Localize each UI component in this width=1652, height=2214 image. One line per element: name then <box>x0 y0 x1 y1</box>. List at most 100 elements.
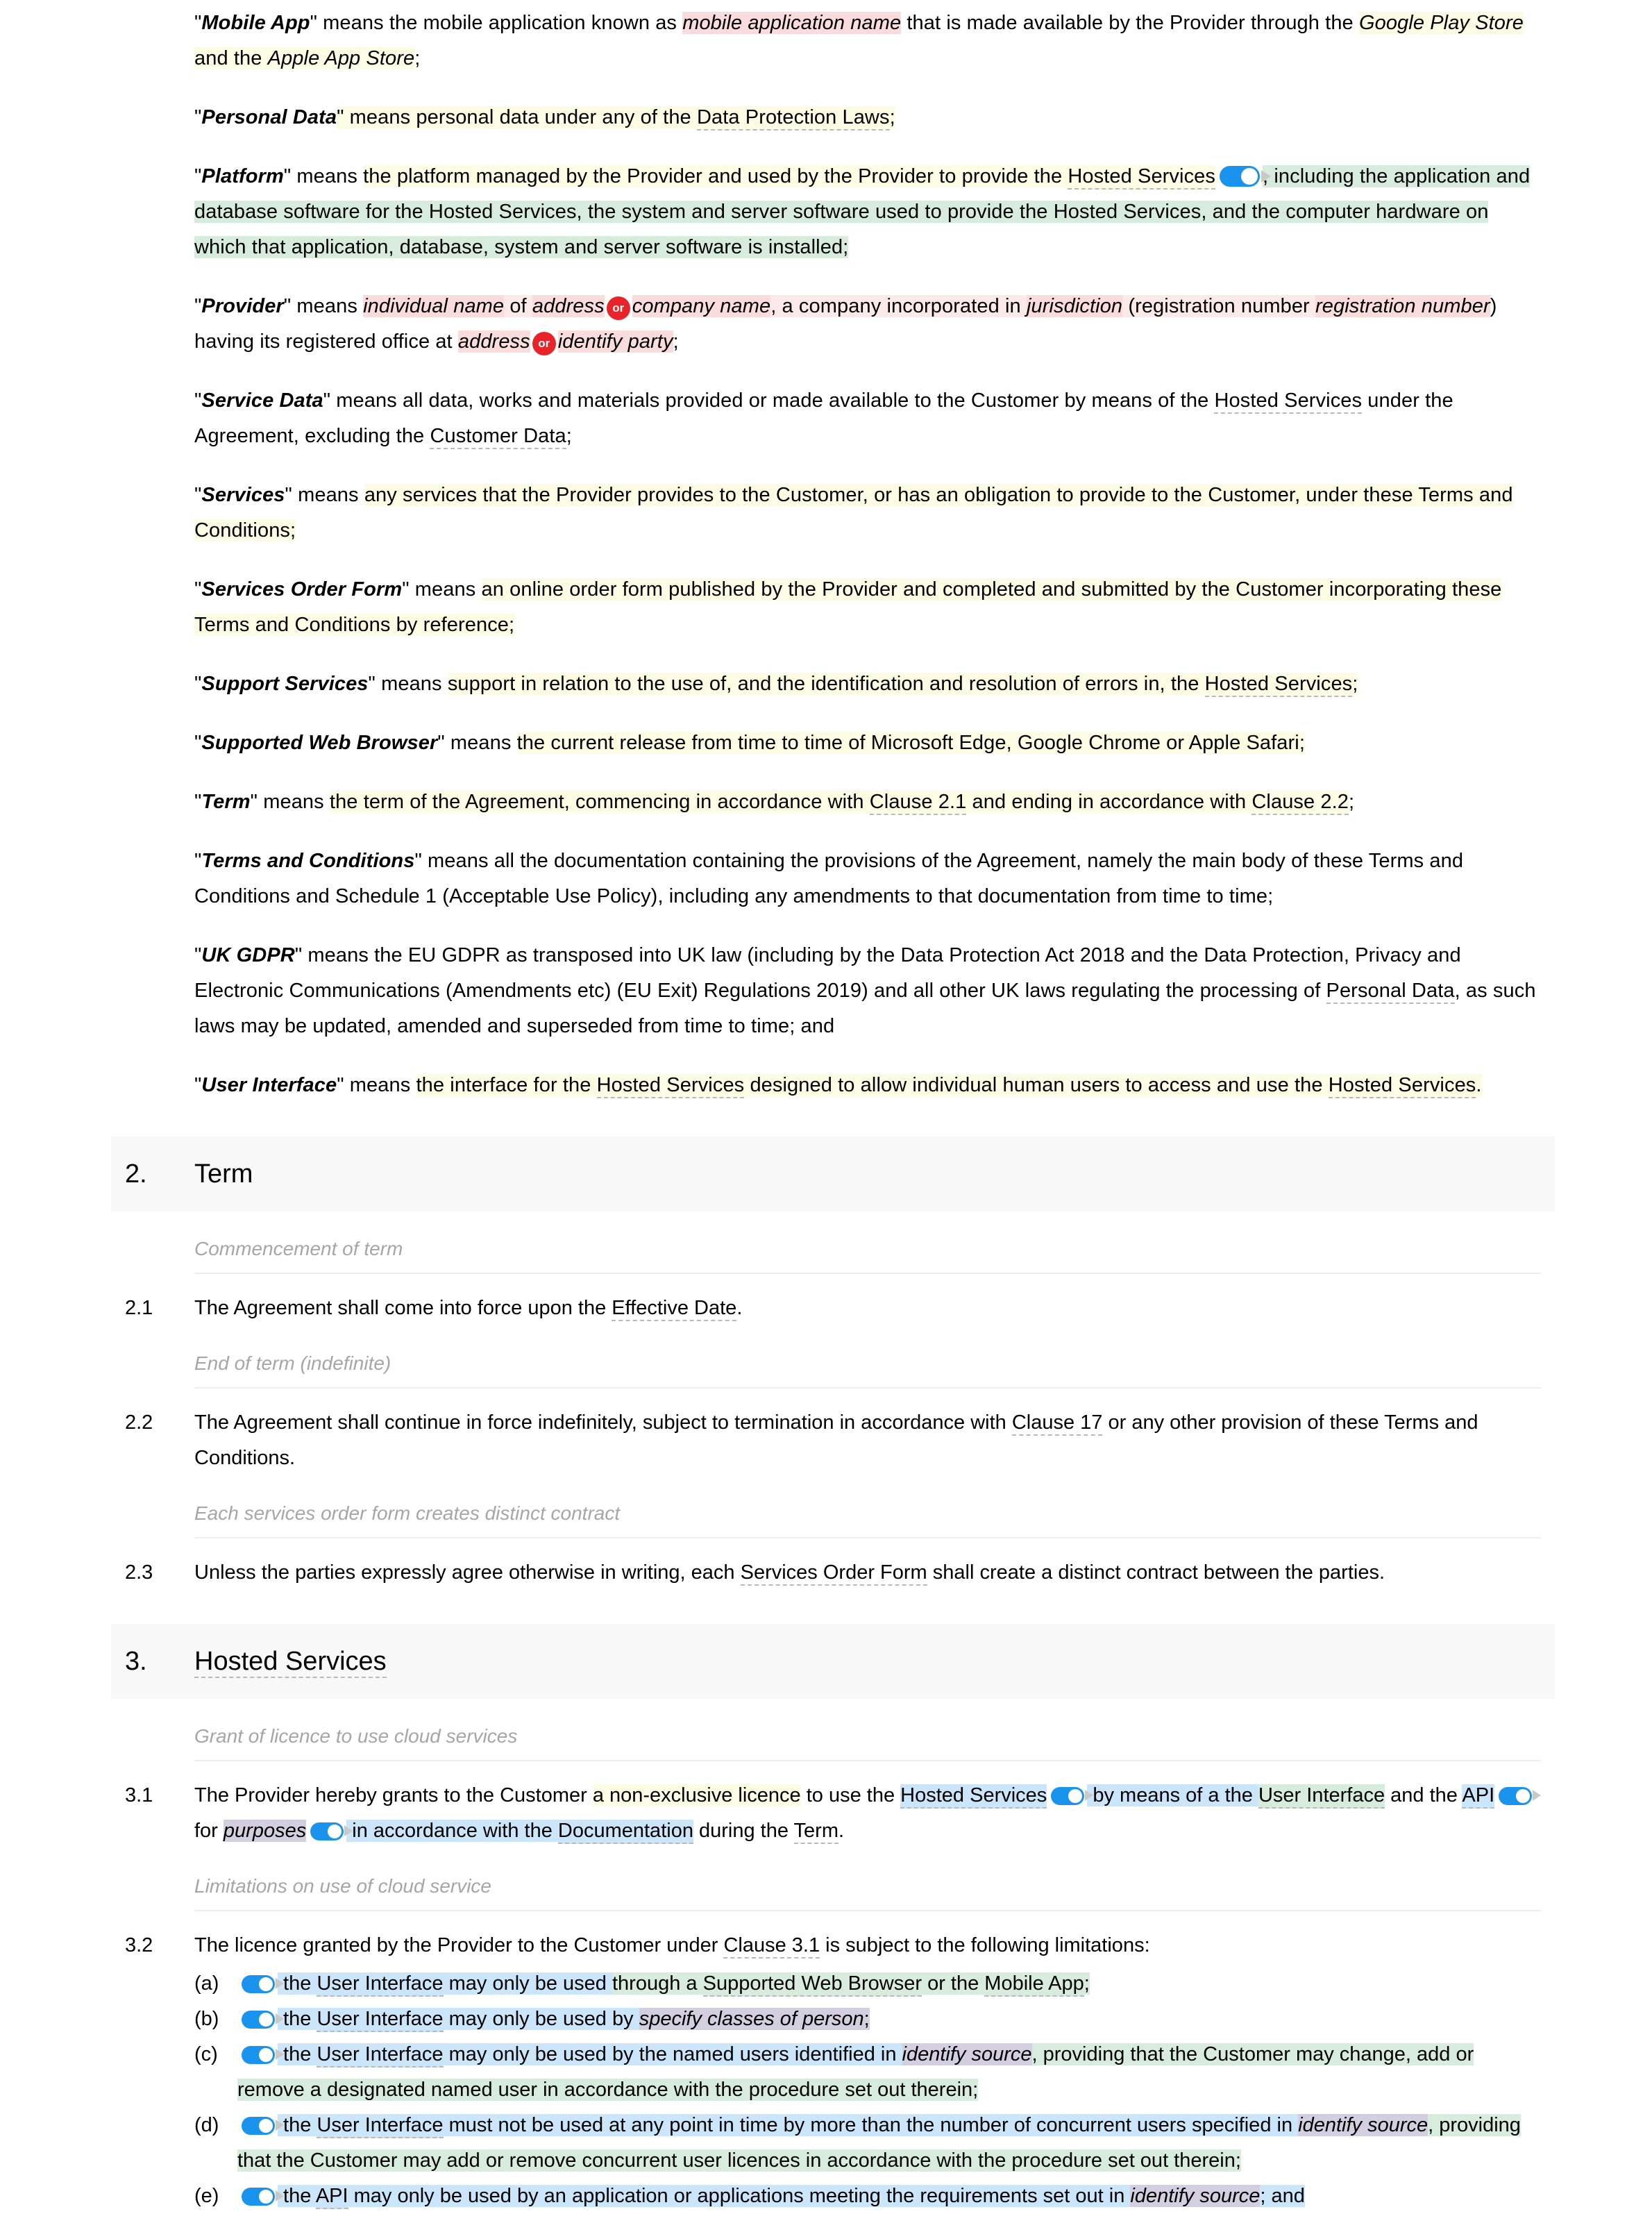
defined-term[interactable]: Hosted Services <box>900 1784 1047 1809</box>
caret-right-icon <box>344 1825 353 1836</box>
definition-term: Terms and Conditions <box>201 850 415 872</box>
or-alternative-badge[interactable]: or <box>532 332 556 355</box>
clause-number: 3.1 <box>125 1784 153 1806</box>
option-toggle-switch[interactable] <box>1051 1787 1094 1805</box>
caret-right-icon <box>1533 1790 1542 1801</box>
defined-term[interactable]: API <box>315 2185 348 2209</box>
option-toggle-switch[interactable] <box>242 2011 284 2029</box>
defined-term[interactable]: Personal Data <box>1326 980 1455 1004</box>
text-run: ; <box>1084 1972 1090 1995</box>
text-run: Term <box>194 1159 253 1189</box>
text-run: during the <box>693 1820 794 1842</box>
text-run: " means <box>337 1074 416 1096</box>
defined-term[interactable]: User Interface <box>1258 1784 1385 1809</box>
defined-term[interactable]: Hosted Services <box>596 1074 745 1098</box>
clause-row: 2.3 Unless the parties expressly agree ot… <box>111 1555 1541 1591</box>
text-run: , a company incorporated in <box>770 295 1027 317</box>
text-run: that is made available by the Provider t… <box>901 12 1359 34</box>
placeholder-field[interactable]: address <box>532 295 605 317</box>
text-run: The Agreement shall continue in force in… <box>194 1411 1012 1434</box>
defined-term[interactable]: Supported Web Browser <box>702 1972 922 1997</box>
text-run: . <box>838 1820 845 1842</box>
defined-term[interactable]: Clause 3.1 <box>723 1934 820 1959</box>
definition-term: Personal Data <box>201 106 337 128</box>
clause-number: 2.3 <box>125 1561 153 1584</box>
defined-term[interactable]: Clause 2.1 <box>869 791 967 815</box>
defined-term[interactable]: User Interface <box>317 2008 444 2032</box>
section-number: 2. <box>125 1159 147 1189</box>
placeholder-field[interactable]: address <box>457 330 530 353</box>
clause-sublist: (a) the User Interface may only be used … <box>194 1966 1541 2214</box>
text-run: the platform managed by the Provider and… <box>363 165 1068 187</box>
option-toggle-switch[interactable] <box>242 2117 284 2135</box>
defined-term[interactable]: Clause 2.2 <box>1251 791 1349 815</box>
definition-term: Platform <box>201 165 284 187</box>
placeholder-field[interactable]: purposes <box>223 1820 307 1842</box>
placeholder-field[interactable]: mobile application name <box>682 12 902 34</box>
defined-term[interactable]: Data Protection Laws <box>696 106 890 131</box>
defined-term[interactable]: Effective Date <box>612 1297 737 1321</box>
placeholder-field[interactable]: individual name <box>363 295 505 317</box>
defined-term[interactable]: Term <box>793 1820 838 1844</box>
definition-term: Services <box>201 484 285 506</box>
text-run: " <box>194 12 202 34</box>
defined-term[interactable]: User Interface <box>317 2114 444 2138</box>
definition-paragraph: "Personal Data" means personal data unde… <box>194 100 1541 135</box>
defined-term[interactable]: Mobile App <box>984 1972 1084 1997</box>
clause-text: The Agreement shall come into force upon… <box>194 1291 1541 1326</box>
caret-right-icon <box>276 2013 284 2024</box>
defined-term[interactable]: Hosted Services <box>1214 389 1363 414</box>
defined-term[interactable]: Hosted Services <box>1328 1074 1476 1098</box>
defined-term[interactable]: Hosted Services <box>1068 165 1216 190</box>
defined-term[interactable]: Hosted Services <box>1204 673 1353 697</box>
defined-term[interactable]: Services Order Form <box>740 1561 927 1586</box>
defined-term[interactable]: Clause 17 <box>1011 1411 1103 1436</box>
text-run: " <box>194 106 202 128</box>
text-run: The licence granted by the Provider to t… <box>194 1934 724 1956</box>
defined-term[interactable]: Documentation <box>557 1820 693 1844</box>
text-run: " <box>194 295 202 317</box>
placeholder-field[interactable]: jurisdiction <box>1026 295 1123 317</box>
definition-paragraph: "Services Order Form" means an online or… <box>194 572 1541 643</box>
option-toggle-switch[interactable] <box>1220 166 1272 187</box>
text-run: " means <box>283 165 364 187</box>
definition-paragraph: "Support Services" means support in rela… <box>194 666 1541 702</box>
defined-term[interactable]: User Interface <box>317 2043 444 2068</box>
or-alternative-badge[interactable]: or <box>606 296 630 320</box>
placeholder-field[interactable]: identify source <box>1130 2185 1261 2207</box>
definition-paragraph: "Provider" means individual name of addr… <box>194 289 1541 360</box>
toggle-knob <box>1068 1789 1083 1803</box>
section-number: 3. <box>125 1647 147 1676</box>
defined-term[interactable]: User Interface <box>317 1972 444 1997</box>
text-run: " means <box>402 578 482 601</box>
text-run: " means all data, works and materials pr… <box>323 389 1215 412</box>
clause-subheading: Limitations on use of cloud service <box>194 1872 1541 1911</box>
text-run: Unless the parties expressly agree other… <box>194 1561 741 1584</box>
defined-term[interactable]: API <box>1462 1784 1495 1809</box>
document-page: "Mobile App" means the mobile applicatio… <box>0 0 1652 2214</box>
defined-term[interactable]: Customer Data <box>430 425 566 449</box>
placeholder-field[interactable]: company name <box>632 295 771 317</box>
clause-subitem: (d) the User Interface must not be used … <box>194 2108 1541 2179</box>
option-toggle-switch[interactable] <box>310 1822 353 1840</box>
placeholder-field[interactable]: Google Play Store <box>1358 12 1524 34</box>
placeholder-field[interactable]: specify classes of person <box>639 2008 864 2030</box>
placeholder-field[interactable]: identify source <box>1298 2114 1428 2136</box>
placeholder-field[interactable]: registration number <box>1315 295 1490 317</box>
option-toggle-switch[interactable] <box>242 2046 284 2064</box>
text-run: " <box>194 389 202 412</box>
placeholder-field[interactable]: Apple App Store <box>267 47 415 69</box>
placeholder-field[interactable]: identify source <box>902 2043 1032 2065</box>
definition-paragraph: "Term" means the term of the Agreement, … <box>194 785 1541 820</box>
defined-term[interactable]: Hosted Services <box>194 1647 387 1678</box>
caret-right-icon <box>1261 170 1272 183</box>
text-run: " means <box>368 673 448 695</box>
subitem-text: the User Interface may only be used thro… <box>237 1966 1541 2002</box>
option-toggle-switch[interactable] <box>242 1975 284 1993</box>
text-run: ; <box>673 330 679 353</box>
option-toggle-switch[interactable] <box>242 2188 284 2206</box>
toggle-knob <box>259 2119 273 2133</box>
text-run: shall create a distinct contract between… <box>927 1561 1385 1584</box>
option-toggle-switch[interactable] <box>1499 1787 1542 1805</box>
placeholder-field[interactable]: identify party <box>557 330 673 353</box>
